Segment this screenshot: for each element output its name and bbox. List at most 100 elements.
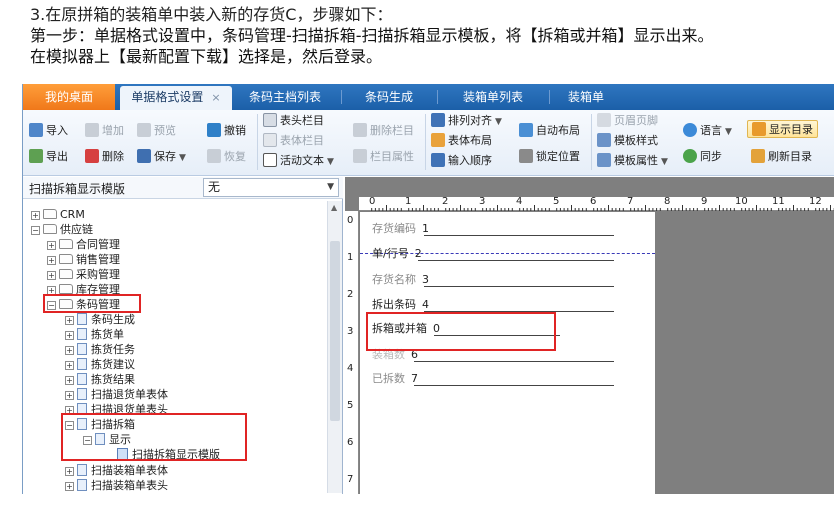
header-footer-button[interactable]: 页眉页脚 [597, 112, 658, 130]
expand-icon[interactable]: + [65, 346, 74, 355]
instruction-line-1: 3.在原拼箱的装箱单中装入新的存货C，步骤如下： [30, 5, 393, 24]
template-style-button[interactable]: 模板样式 [597, 132, 658, 150]
tab-separator [341, 90, 342, 104]
tree-node-pick-list[interactable]: + 拣货单 [65, 327, 124, 342]
tree-node-barcode-generate[interactable]: + 条码生成 [65, 312, 135, 327]
expand-icon[interactable]: + [65, 467, 74, 476]
restore-button[interactable]: 恢复 [207, 148, 246, 166]
chevron-down-icon[interactable]: ▼ [327, 157, 334, 167]
undo-button[interactable]: 撤销 [207, 122, 246, 140]
ruler-label: 1 [405, 196, 412, 207]
field-inventory-code[interactable]: 存货编码 1 [372, 220, 429, 236]
chevron-down-icon[interactable]: ▼ [327, 179, 334, 196]
style-icon [597, 133, 611, 147]
export-button[interactable]: 导出 [29, 148, 68, 166]
expand-icon[interactable]: + [65, 391, 74, 400]
chevron-down-icon[interactable]: ▼ [725, 127, 732, 137]
save-button[interactable]: 保存 ▼ [137, 148, 186, 166]
instruction-line-3: 在模拟器上【最新配置下载】选择是，然后登录。 [30, 47, 383, 66]
tree-node-sales[interactable]: + 销售管理 [47, 252, 120, 267]
preview-button[interactable]: 预览 [137, 122, 176, 140]
left-panel: 扫描拆箱显示模版 无 ▼ + CRM − 供应链 + 合同管理 + 销售管理 + 采购管理… [23, 177, 343, 494]
scroll-thumb[interactable] [330, 241, 340, 421]
document-icon [77, 373, 87, 385]
chevron-down-icon[interactable]: ▼ [495, 117, 502, 127]
tab-packing-list[interactable]: 装箱单列表 [443, 84, 543, 110]
tab-barcode-generate[interactable]: 条码生成 [347, 84, 431, 110]
close-icon[interactable]: × [211, 91, 220, 104]
template-properties-button[interactable]: 模板属性 ▼ [597, 152, 668, 170]
tab-label: 单据格式设置 [131, 90, 204, 104]
tree-node-scan-pack-head[interactable]: + 扫描装箱单表头 [65, 478, 168, 493]
auto-layout-button[interactable]: 自动布局 [519, 122, 580, 140]
restore-icon [207, 149, 221, 163]
expand-icon[interactable]: + [47, 256, 56, 265]
language-button[interactable]: 语言 ▼ [683, 122, 732, 140]
active-text-button[interactable]: 活动文本 ▼ [263, 152, 334, 170]
ruler-label: 2 [347, 289, 354, 300]
field-inventory-name[interactable]: 存货名称 3 [372, 271, 429, 287]
collapse-icon[interactable]: − [31, 226, 40, 235]
undo-icon [207, 123, 221, 137]
import-icon [29, 123, 43, 137]
ruler-label: 11 [772, 196, 785, 207]
refresh-directory-button[interactable]: 刷新目录 [751, 148, 812, 166]
template-paper: 存货编码 1 单/行号 2 存货名称 3 拆出条码 4 拆箱或并箱 0 装箱数 6 已拆数 7 [360, 212, 655, 494]
sync-button[interactable]: 同步 [683, 148, 722, 166]
tree-node-scan-pack-body[interactable]: + 扫描装箱单表体 [65, 463, 168, 478]
field-unpack-barcode[interactable]: 拆出条码 4 [372, 296, 429, 312]
app-window: 我的桌面 单据格式设置 × 条码主档列表 条码生成 装箱单列表 装箱单 导入 导出… [22, 84, 834, 494]
tab-packing-slip[interactable]: 装箱单 [555, 84, 617, 110]
column-properties-button[interactable]: 栏目属性 [353, 148, 414, 166]
tab-my-desktop[interactable]: 我的桌面 [23, 84, 115, 110]
tree-node-pick-suggest[interactable]: + 拣货建议 [65, 357, 135, 372]
highlight-unpack-or-merge [366, 312, 556, 351]
tab-barcode-master-list[interactable]: 条码主档列表 [235, 84, 335, 110]
tree-node-purchase[interactable]: + 采购管理 [47, 267, 120, 282]
expand-icon[interactable]: + [65, 316, 74, 325]
tree-node-crm[interactable]: + CRM [31, 207, 85, 222]
tab-separator [549, 90, 550, 104]
input-order-button[interactable]: 输入顺序 [431, 152, 492, 170]
expand-icon[interactable]: + [65, 361, 74, 370]
align-button[interactable]: 排列对齐 ▼ [431, 112, 502, 130]
expand-icon[interactable]: + [65, 482, 74, 491]
tree-scrollbar[interactable]: ▲ [327, 201, 342, 493]
tab-bar: 我的桌面 单据格式设置 × 条码主档列表 条码生成 装箱单列表 装箱单 [23, 84, 834, 110]
lock-position-button[interactable]: 锁定位置 [519, 148, 580, 166]
delete-column-button[interactable]: 删除栏目 [353, 122, 414, 140]
tree-node-pick-result[interactable]: + 拣货结果 [65, 372, 135, 387]
template-select[interactable]: 无 ▼ [203, 178, 339, 197]
field-unpacked-qty[interactable]: 已拆数 7 [372, 370, 418, 386]
scroll-up-icon[interactable]: ▲ [331, 203, 337, 212]
table-icon [263, 133, 277, 147]
import-button[interactable]: 导入 [29, 122, 68, 140]
delete-button[interactable]: 删除 [85, 148, 124, 166]
tree-node-supply-chain[interactable]: − 供应链 [31, 222, 93, 237]
body-columns-button[interactable]: 表体栏目 [263, 132, 324, 150]
header-columns-button[interactable]: 表头栏目 [263, 112, 324, 130]
expand-icon[interactable]: + [47, 271, 56, 280]
add-button[interactable]: 增加 [85, 122, 124, 140]
ruler-ticks [371, 205, 834, 211]
lock-icon [519, 149, 533, 163]
expand-icon[interactable]: + [65, 376, 74, 385]
body-layout-button[interactable]: 表体布局 [431, 132, 492, 150]
layout-icon [431, 133, 445, 147]
tab-document-format-settings[interactable]: 单据格式设置 × [120, 86, 232, 110]
document-icon [77, 464, 87, 476]
tree-node-contract[interactable]: + 合同管理 [47, 237, 120, 252]
expand-icon[interactable]: + [47, 241, 56, 250]
ruler-label: 3 [479, 196, 486, 207]
expand-icon[interactable]: + [65, 331, 74, 340]
chevron-down-icon[interactable]: ▼ [661, 157, 668, 167]
tree-node-scan-return-body[interactable]: + 扫描退货单表体 [65, 387, 168, 402]
instruction-line-2: 第一步：单据格式设置中，条码管理-扫描拆箱-扫描拆箱显示模板，将【拆箱或并箱】显… [30, 26, 714, 45]
show-directory-button[interactable]: 显示目录 [747, 120, 818, 138]
expand-icon[interactable]: + [31, 211, 40, 220]
field-order-line-no[interactable]: 单/行号 2 [372, 245, 422, 261]
chevron-down-icon[interactable]: ▼ [179, 153, 186, 163]
tree-node-pick-task[interactable]: + 拣货任务 [65, 342, 135, 357]
page-icon [597, 113, 611, 127]
save-icon [137, 149, 151, 163]
